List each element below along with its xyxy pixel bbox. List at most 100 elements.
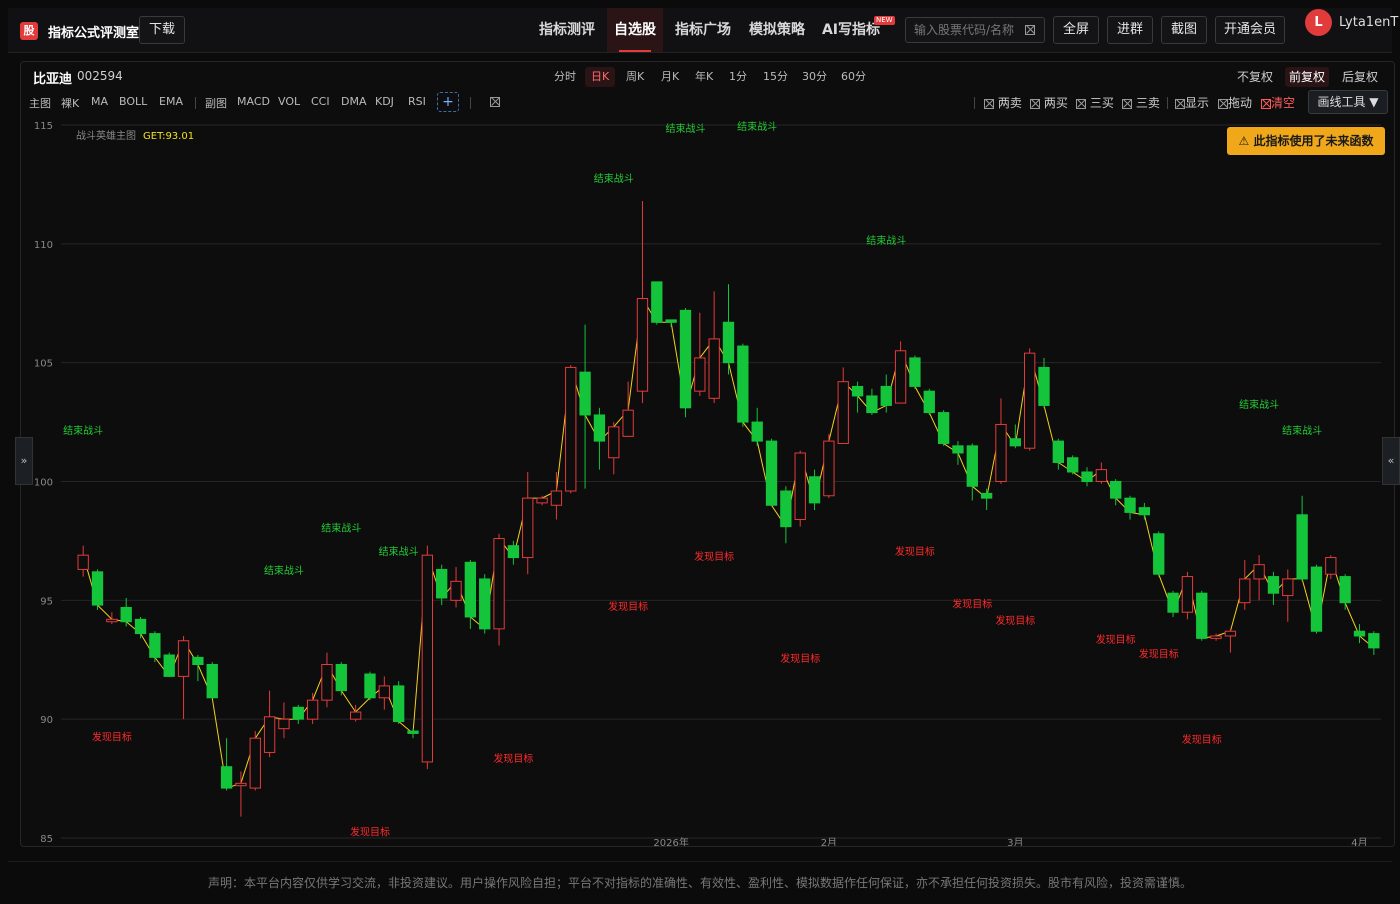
join-group-button[interactable]: 进群 [1107,16,1153,44]
indicator-macd[interactable]: MACD [237,95,270,108]
indicator-boll[interactable]: BOLL [119,95,147,108]
draw-tools-dropdown[interactable]: 画线工具 ▼ [1308,90,1388,114]
disclaimer-footer: 声明：本平台内容仅供学习交流，非投资建议。用户操作风险自担；平台不对指标的准确性… [8,861,1392,900]
user-avatar[interactable]: L [1305,9,1332,36]
toggle-three-sell[interactable]: 三卖 [1122,94,1160,111]
indicator-ema[interactable]: EMA [159,95,183,108]
candle-up [1095,469,1108,483]
signal-target-found: 发现目标 [995,614,1035,627]
candle-up [177,640,190,677]
candle-down [851,385,864,397]
period-yearly[interactable]: 年K [689,67,719,87]
signal-target-found: 发现目标 [1182,733,1222,746]
nav-watchlist[interactable]: 自选股 [607,8,663,52]
candle-up [1224,630,1237,637]
y-tick-label: 115 [34,121,53,132]
indicator-kdj[interactable]: KDJ [375,95,394,108]
candle-down [1196,592,1208,639]
candle-up [522,497,534,559]
candle-down [292,706,304,720]
adjust-none[interactable]: 不复权 [1233,67,1277,87]
indicator-cci[interactable]: CCI [311,95,330,108]
download-button[interactable]: 下载 [139,16,185,44]
indicator-naked-k[interactable]: 裸K [61,95,79,111]
right-panel-toggle[interactable]: « [1382,437,1400,485]
stock-name: 比亚迪 [33,72,73,87]
adjust-forward[interactable]: 前复权 [1285,67,1330,87]
signal-end-battle: 结束战斗 [737,120,777,133]
clear-search-icon[interactable] [1025,25,1035,35]
period-1min[interactable]: 1分 [723,67,753,87]
indicator-rsi[interactable]: RSI [408,95,426,108]
candle-up [321,664,333,701]
toggle-label: 拖动 [1228,96,1253,110]
checkbox-icon [1122,98,1132,109]
candle-down [1009,438,1021,447]
candle-down [751,421,763,442]
fullscreen-button[interactable]: 全屏 [1053,16,1099,44]
candle-down [206,664,218,699]
y-tick-label: 85 [40,834,53,845]
x-tick-label: 4月 [1351,837,1367,846]
toggle-label: 清空 [1271,96,1296,110]
signal-target-found: 发现目标 [493,752,533,765]
candle-down [1296,514,1308,580]
close-indicator-icon[interactable] [490,97,500,107]
signal-end-battle: 结束战斗 [866,234,906,247]
candle-down [737,345,749,423]
candle-down [91,571,104,606]
period-daily[interactable]: 日K [585,67,616,87]
nav-sim-strategy[interactable]: 模拟策略 [742,8,812,52]
user-name[interactable]: Lyta1enT [1339,15,1398,30]
nav-indicator-plaza[interactable]: 指标广场 [668,8,738,52]
candle-up [235,782,247,787]
toggle-clear[interactable]: 清空 [1261,94,1295,111]
candle-up [837,381,849,444]
kline-chart[interactable]: 8590951001051101152026年 2月 3月 4月结束战斗发现目标结束战… [21,117,1394,846]
indicator-dma[interactable]: DMA [341,95,367,108]
signal-target-found: 发现目标 [92,731,132,744]
period-timeshare[interactable]: 分时 [548,67,582,87]
candle-down [1353,630,1366,637]
indicator-vol[interactable]: VOL [278,95,300,108]
candle-down [120,606,132,623]
period-weekly[interactable]: 周K [620,67,650,87]
candle-up [1210,635,1222,639]
nav-indicator-review[interactable]: 指标测评 [532,8,602,52]
divider [470,97,471,109]
signal-target-found: 发现目标 [952,597,992,610]
candle-down [593,414,606,442]
left-panel-toggle[interactable]: » [15,437,33,485]
add-indicator-button[interactable]: + [437,92,459,112]
stock-search-input[interactable] [914,22,1019,38]
y-tick-label: 100 [34,478,53,489]
candle-down [1138,507,1151,516]
period-30min[interactable]: 30分 [796,67,833,87]
candle-up [550,490,563,506]
candle-down [579,371,591,416]
app-logo: 股 [20,22,38,40]
toggle-three-buy[interactable]: 三买 [1076,94,1114,111]
candle-down [1124,497,1136,513]
toggle-two-buy[interactable]: 两买 [1030,94,1068,111]
candle-down [1110,481,1122,499]
period-60min[interactable]: 60分 [835,67,872,87]
signal-target-found: 发现目标 [1096,633,1136,646]
nav-ai-indicator[interactable]: AI写指标 [816,8,886,52]
toggle-drag[interactable]: 拖动 [1218,94,1252,111]
period-15min[interactable]: 15分 [757,67,794,87]
screenshot-button[interactable]: 截图 [1161,16,1207,44]
checkbox-icon [1218,98,1228,109]
stock-search[interactable] [905,17,1045,43]
indicator-ma[interactable]: MA [91,95,108,108]
candle-up [249,737,261,789]
candle-down [909,357,921,387]
signal-target-found: 发现目标 [694,550,734,563]
toggle-show[interactable]: 显示 [1175,94,1209,111]
period-monthly[interactable]: 月K [655,67,685,87]
candle-down [937,412,950,444]
adjust-backward[interactable]: 后复权 [1338,67,1382,87]
vip-button[interactable]: 开通会员 [1215,16,1285,44]
candle-down [679,309,692,409]
toggle-two-sell[interactable]: 两卖 [984,94,1022,111]
